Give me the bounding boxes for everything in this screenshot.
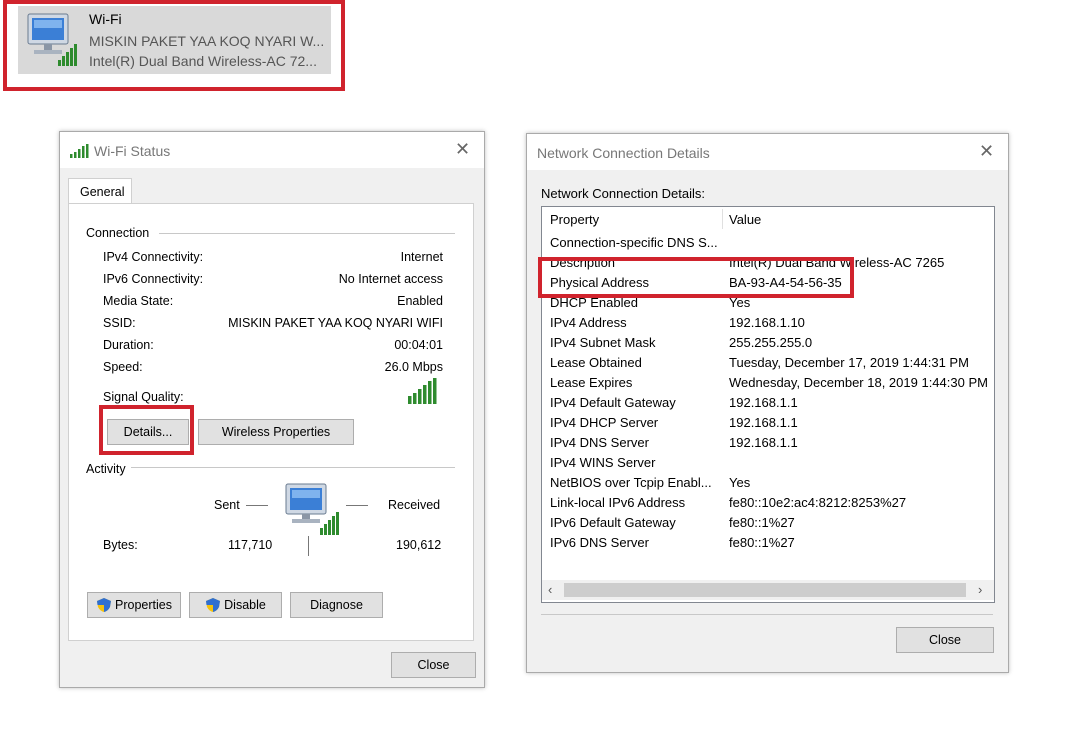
table-row[interactable]: IPv4 Default Gateway 192.168.1.1 xyxy=(542,392,994,412)
table-row[interactable]: IPv4 WINS Server xyxy=(542,452,994,472)
status-row-value: MISKIN PAKET YAA KOQ NYARI WIFI xyxy=(228,316,443,330)
table-row[interactable]: IPv4 Subnet Mask 255.255.255.0 xyxy=(542,332,994,352)
row-value: fe80::10e2:ac4:8212:8253%27 xyxy=(729,495,907,510)
highlight-wifi-tile xyxy=(3,0,345,91)
table-row[interactable]: IPv6 DNS Server fe80::1%27 xyxy=(542,532,994,552)
title-bar: Network Connection Details ✕ xyxy=(527,134,1008,170)
details-close-button[interactable]: Close xyxy=(896,627,994,653)
table-row[interactable]: NetBIOS over Tcpip Enabl... Yes xyxy=(542,472,994,492)
table-row[interactable]: IPv6 Default Gateway fe80::1%27 xyxy=(542,512,994,532)
properties-button[interactable]: Properties xyxy=(87,592,181,618)
network-details-window: Network Connection Details ✕ Network Con… xyxy=(526,133,1009,673)
wireless-properties-button[interactable]: Wireless Properties xyxy=(198,419,354,445)
column-header-value[interactable]: Value xyxy=(729,212,761,227)
title-bar: Wi-Fi Status ✕ xyxy=(60,132,484,168)
activity-computer-icon xyxy=(285,483,339,535)
close-icon[interactable]: ✕ xyxy=(455,140,470,158)
horizontal-scrollbar[interactable]: ‹ › xyxy=(542,580,994,600)
status-row-label: Media State: xyxy=(103,294,174,308)
status-row-label: IPv4 Connectivity: xyxy=(103,250,204,264)
row-property: NetBIOS over Tcpip Enabl... xyxy=(550,475,712,490)
activity-divider xyxy=(131,467,455,468)
status-row-label: Speed: xyxy=(103,360,143,374)
tab-general[interactable]: General xyxy=(68,178,132,204)
diagnose-button[interactable]: Diagnose xyxy=(290,592,383,618)
row-property: Connection-specific DNS S... xyxy=(550,235,718,250)
list-header: Property Value xyxy=(542,207,994,231)
row-value: Wednesday, December 18, 2019 1:44:30 PM xyxy=(729,375,988,390)
window-title: Wi-Fi Status xyxy=(94,143,171,159)
table-row[interactable]: Connection-specific DNS S... xyxy=(542,232,994,252)
row-property: IPv4 WINS Server xyxy=(550,455,656,470)
shield-icon xyxy=(97,598,111,612)
row-property: Link-local IPv6 Address xyxy=(550,495,686,510)
activity-heading: Activity xyxy=(86,462,126,476)
disable-button[interactable]: Disable xyxy=(189,592,282,618)
status-row-value: Enabled xyxy=(397,294,443,308)
row-property: Lease Obtained xyxy=(550,355,642,370)
row-value: 255.255.255.0 xyxy=(729,335,813,350)
close-icon[interactable]: ✕ xyxy=(979,142,994,160)
column-separator[interactable] xyxy=(722,209,723,229)
signal-strength-icon xyxy=(408,378,437,404)
received-line xyxy=(346,505,368,506)
table-row[interactable]: IPv4 DHCP Server 192.168.1.1 xyxy=(542,412,994,432)
row-property: IPv4 DHCP Server xyxy=(550,415,659,430)
highlight-physical-address xyxy=(538,257,854,298)
table-row[interactable]: Lease Expires Wednesday, December 18, 201… xyxy=(542,372,994,392)
scrollbar-thumb[interactable] xyxy=(564,583,966,597)
row-property: IPv6 DNS Server xyxy=(550,535,649,550)
bytes-label: Bytes: xyxy=(103,538,138,552)
table-row[interactable]: Lease Obtained Tuesday, December 17, 2019… xyxy=(542,352,994,372)
received-label: Received xyxy=(388,498,441,512)
row-property: IPv4 DNS Server xyxy=(550,435,649,450)
row-value: fe80::1%27 xyxy=(729,515,795,530)
row-value: 192.168.1.10 xyxy=(729,315,805,330)
activity-divider-vertical xyxy=(308,536,309,556)
close-button[interactable]: Close xyxy=(391,652,476,678)
connection-heading: Connection xyxy=(86,226,150,240)
scroll-right-icon[interactable]: › xyxy=(978,582,982,597)
row-value: fe80::1%27 xyxy=(729,535,795,550)
row-value: 192.168.1.1 xyxy=(729,415,798,430)
sent-line xyxy=(246,505,268,506)
table-row[interactable]: IPv4 DNS Server 192.168.1.1 xyxy=(542,432,994,452)
window-title: Network Connection Details xyxy=(537,145,710,161)
row-property: IPv6 Default Gateway xyxy=(550,515,676,530)
table-row[interactable]: Link-local IPv6 Address fe80::10e2:ac4:82… xyxy=(542,492,994,512)
status-row-label: IPv6 Connectivity: xyxy=(103,272,204,286)
bottom-divider xyxy=(541,614,993,615)
row-value: 192.168.1.1 xyxy=(729,435,798,450)
status-row-value: 26.0 Mbps xyxy=(384,360,443,374)
row-property: IPv4 Address xyxy=(550,315,627,330)
row-value: Tuesday, December 17, 2019 1:44:31 PM xyxy=(729,355,969,370)
status-row-label: SSID: xyxy=(103,316,136,330)
row-value: 192.168.1.1 xyxy=(729,395,798,410)
status-row-value: Internet xyxy=(400,250,443,264)
row-value: Yes xyxy=(729,475,751,490)
sent-label: Sent xyxy=(214,498,240,512)
bytes-received-value: 190,612 xyxy=(396,538,442,552)
details-subtitle: Network Connection Details: xyxy=(541,186,706,201)
signal-icon xyxy=(70,144,89,158)
row-property: IPv4 Default Gateway xyxy=(550,395,676,410)
bytes-sent-value: 117,710 xyxy=(228,538,273,552)
shield-icon xyxy=(206,598,221,612)
row-property: IPv4 Subnet Mask xyxy=(550,335,656,350)
status-row-label: Duration: xyxy=(103,338,154,352)
connection-divider xyxy=(159,233,455,234)
status-row-value: 00:04:01 xyxy=(394,338,443,352)
row-property: Lease Expires xyxy=(550,375,633,390)
column-header-property[interactable]: Property xyxy=(550,212,720,227)
scroll-left-icon[interactable]: ‹ xyxy=(548,582,552,597)
highlight-details-button xyxy=(99,405,194,455)
signal-quality-label: Signal Quality: xyxy=(103,390,184,404)
table-row[interactable]: IPv4 Address 192.168.1.10 xyxy=(542,312,994,332)
status-row-value: No Internet access xyxy=(338,272,443,286)
